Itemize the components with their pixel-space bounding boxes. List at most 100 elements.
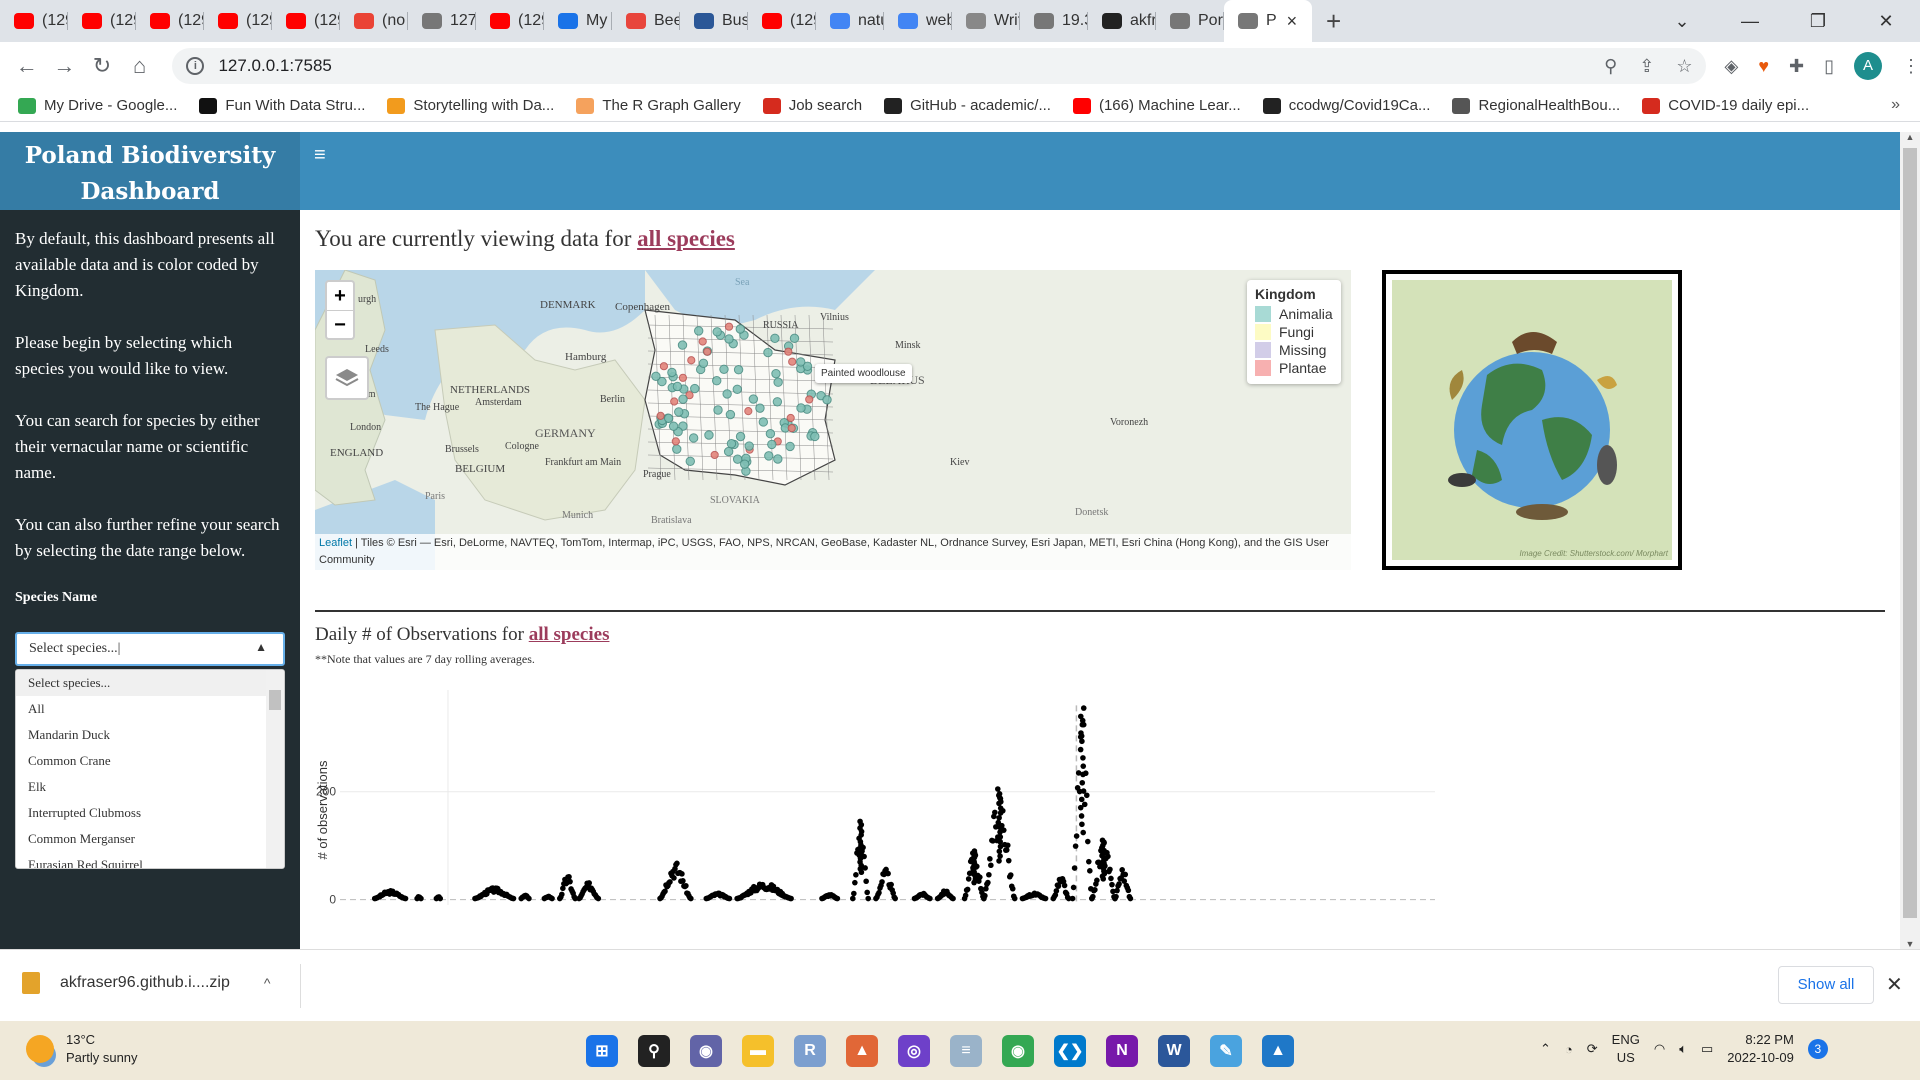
dropdown-option[interactable]: Select species... <box>16 670 284 696</box>
all-species-link[interactable]: all species <box>637 226 735 251</box>
weather-widget[interactable]: 13°C Partly sunny <box>26 1031 138 1067</box>
browser-tab[interactable]: Portf <box>1156 0 1224 42</box>
dropdown-option[interactable]: All <box>16 696 284 722</box>
dropdown-scroll-thumb[interactable] <box>269 690 281 710</box>
zoom-in-button[interactable]: + <box>327 282 353 310</box>
page-scroll-thumb[interactable] <box>1903 148 1917 918</box>
home-icon[interactable]: ⌂ <box>121 53 159 79</box>
forward-icon[interactable]: → <box>46 53 84 79</box>
bookmark-item[interactable]: (166) Machine Lear... <box>1072 97 1241 114</box>
menu-kebab-icon[interactable]: ⋮ <box>1902 56 1920 77</box>
bookmark-item[interactable]: GitHub - academic/... <box>884 97 1051 114</box>
dropdown-option[interactable]: Elk <box>16 774 284 800</box>
heart-extension-icon[interactable]: ♥ <box>1758 56 1769 77</box>
browser-tab[interactable]: (129) <box>136 0 204 42</box>
layers-control[interactable] <box>325 356 369 400</box>
browser-tab[interactable]: (129) <box>748 0 816 42</box>
battery-icon[interactable]: ▭ <box>1701 1041 1713 1057</box>
close-tab-icon[interactable]: × <box>1287 11 1298 32</box>
bookmark-item[interactable]: My Drive - Google... <box>18 97 177 114</box>
browser-tab[interactable]: web <box>884 0 952 42</box>
paint-icon[interactable]: ✎ <box>1210 1035 1242 1067</box>
bookmark-item[interactable]: Storytelling with Da... <box>387 97 554 114</box>
matlab-icon[interactable]: ▲ <box>846 1035 878 1067</box>
tab-search-button[interactable]: ⌄ <box>1648 11 1716 32</box>
leaflet-map[interactable]: Sea DENMARK Copenhagen RUSSIA Vilnius Minsk Ha… <box>315 270 1351 570</box>
zoom-icon[interactable]: ⚲ <box>1604 56 1617 77</box>
browser-tab[interactable]: Beer <box>612 0 680 42</box>
zoom-out-button[interactable]: − <box>327 310 353 338</box>
show-all-button[interactable]: Show all <box>1778 966 1874 1004</box>
tray-app-icon[interactable]: ◔ <box>1565 1042 1573 1057</box>
observations-chart[interactable]: # of observations 02002010 <box>315 680 1715 920</box>
tray-overflow-icon[interactable]: ⌃ <box>1540 1041 1551 1057</box>
share-icon[interactable]: ⇪ <box>1639 56 1654 77</box>
close-download-bar-icon[interactable]: ✕ <box>1886 972 1903 997</box>
species-dropdown-list[interactable]: Select species... All Mandarin Duck Comm… <box>15 669 285 869</box>
browser-tab[interactable]: Busir <box>680 0 748 42</box>
file-explorer-icon[interactable]: ▬ <box>742 1035 774 1067</box>
browser-tab[interactable]: (129) <box>272 0 340 42</box>
browser-tab[interactable]: natu <box>816 0 884 42</box>
browser-tab[interactable]: (129) <box>68 0 136 42</box>
extension-tracker-icon[interactable]: ◈ <box>1724 56 1738 77</box>
github-desktop-icon[interactable]: ◎ <box>898 1035 930 1067</box>
site-info-icon[interactable]: i <box>186 57 205 75</box>
bookmarks-more-button[interactable]: » <box>1891 96 1900 114</box>
profile-avatar[interactable]: A <box>1854 52 1883 80</box>
reload-icon[interactable]: ↻ <box>83 53 121 79</box>
download-chevron-icon[interactable]: ^ <box>264 975 271 991</box>
bookmark-item[interactable]: Job search <box>762 97 862 114</box>
download-item[interactable]: akfraser96.github.i....zip ^ <box>22 972 270 994</box>
dropdown-option[interactable]: Common Merganser <box>16 826 284 852</box>
browser-tab[interactable]: (129) <box>476 0 544 42</box>
close-window-button[interactable]: ✕ <box>1852 11 1920 32</box>
browser-tab[interactable]: akfra <box>1088 0 1156 42</box>
back-icon[interactable]: ← <box>8 53 46 79</box>
bookmark-star-icon[interactable]: ☆ <box>1676 56 1692 77</box>
sync-icon[interactable]: ⟳ <box>1587 1041 1598 1057</box>
bookmark-item[interactable]: Fun With Data Stru... <box>199 97 365 114</box>
dropdown-option[interactable]: Interrupted Clubmoss <box>16 800 284 826</box>
language-indicator[interactable]: ENG US <box>1612 1031 1640 1067</box>
browser-tab[interactable]: (129) <box>0 0 68 42</box>
browser-tab[interactable]: (no s <box>340 0 408 42</box>
browser-tab[interactable]: 19.3 <box>1020 0 1088 42</box>
search-icon[interactable]: ⚲ <box>638 1035 670 1067</box>
minimize-button[interactable]: — <box>1716 11 1784 32</box>
vscode-icon[interactable]: ❮❯ <box>1054 1035 1086 1067</box>
omnibox[interactable]: i 127.0.0.1:7585 ⚲ ⇪ ☆ <box>172 48 1707 84</box>
chrome-icon[interactable]: ◉ <box>1002 1035 1034 1067</box>
dropdown-scrollbar[interactable] <box>266 670 284 868</box>
dropdown-option[interactable]: Mandarin Duck <box>16 722 284 748</box>
hamburger-menu-icon[interactable]: ≡ <box>314 144 326 167</box>
dropdown-option[interactable]: Eurasian Red Squirrel <box>16 852 284 868</box>
extensions-puzzle-icon[interactable]: ✚ <box>1789 56 1804 77</box>
new-tab-button[interactable]: + <box>1326 6 1341 37</box>
onenote-icon[interactable]: N <box>1106 1035 1138 1067</box>
caret-up-icon[interactable]: ▲ <box>255 640 267 655</box>
notification-badge[interactable]: 3 <box>1807 1039 1828 1059</box>
browser-tab[interactable]: 127.( <box>408 0 476 42</box>
volume-icon[interactable]: 🔈︎ <box>1679 1041 1687 1057</box>
page-scrollbar[interactable]: ▲ ▼ <box>1900 132 1920 949</box>
start-icon[interactable]: ⊞ <box>586 1035 618 1067</box>
side-panel-icon[interactable]: ▯ <box>1824 56 1834 77</box>
observations-species-link[interactable]: all species <box>529 624 610 645</box>
photos-icon[interactable]: ▲ <box>1262 1035 1294 1067</box>
browser-tab[interactable]: P × <box>1224 0 1312 42</box>
chat-icon[interactable]: ◉ <box>690 1035 722 1067</box>
restore-button[interactable]: ❐ <box>1784 11 1852 32</box>
browser-tab[interactable]: My Ir <box>544 0 612 42</box>
word-icon[interactable]: W <box>1158 1035 1190 1067</box>
bookmark-item[interactable]: The R Graph Gallery <box>576 97 741 114</box>
wifi-icon[interactable]: ◠ <box>1654 1041 1665 1057</box>
bookmark-item[interactable]: ccodwg/Covid19Ca... <box>1262 97 1430 114</box>
browser-tab[interactable]: (129) <box>204 0 272 42</box>
bookmark-item[interactable]: COVID-19 daily epi... <box>1642 97 1809 114</box>
bookmark-item[interactable]: RegionalHealthBou... <box>1452 97 1620 114</box>
dropdown-option[interactable]: Common Crane <box>16 748 284 774</box>
species-select-input[interactable]: Select species...| ▲ <box>15 632 285 666</box>
leaflet-link[interactable]: Leaflet <box>319 537 352 549</box>
browser-tab[interactable]: Writi <box>952 0 1020 42</box>
